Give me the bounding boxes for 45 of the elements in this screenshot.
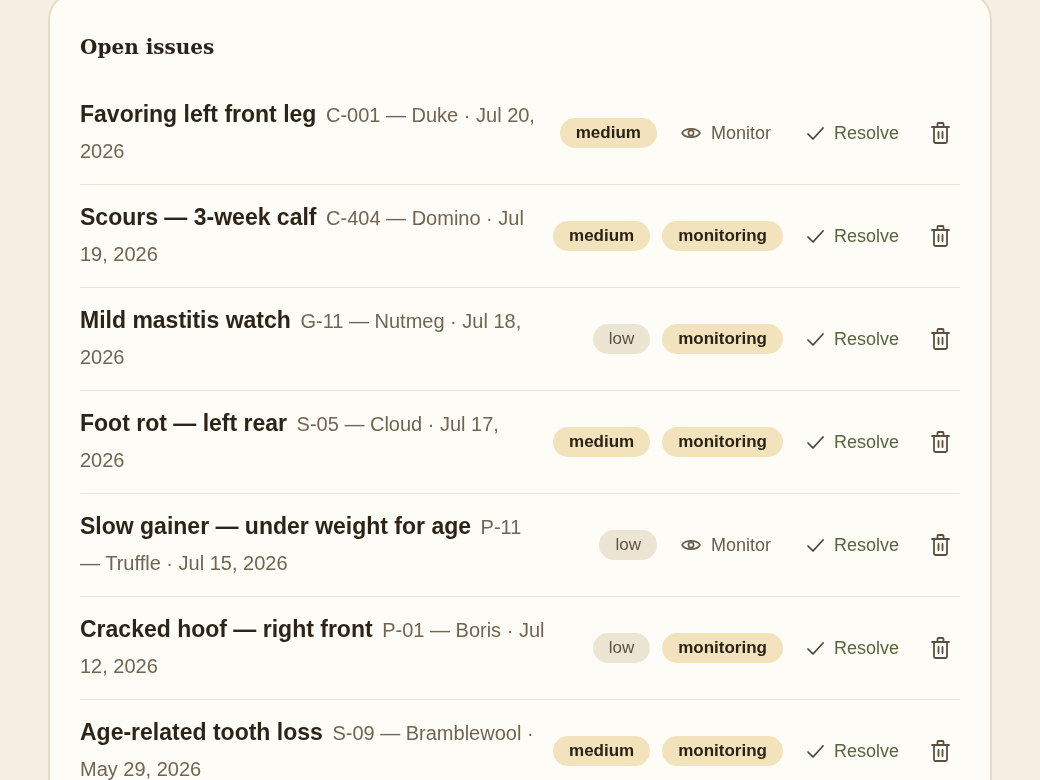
- issue-summary: Foot rot — left rear S-05 — Cloud · Jul 17, 2026: [80, 409, 500, 473]
- check-icon: [806, 435, 824, 449]
- check-icon: [806, 126, 824, 140]
- check-icon: [806, 744, 824, 758]
- trash-icon: [931, 431, 950, 453]
- resolve-button[interactable]: Resolve: [794, 425, 911, 459]
- check-icon: [806, 229, 824, 243]
- issue-summary: Slow gainer — under weight for age P-11 — Truffle · Jul 15, 2026: [80, 512, 523, 576]
- issue-summary: Favoring left front leg C-001 — Duke · Jul 20, 2026: [80, 100, 536, 164]
- status-badge: monitoring: [662, 324, 783, 354]
- issue-summary: Age-related tooth loss S-09 — Bramblewool · May 29, 2026: [80, 718, 535, 780]
- status-badge: monitoring: [662, 736, 783, 766]
- resolve-button[interactable]: Resolve: [794, 322, 911, 356]
- issue-summary: Cracked hoof — right front P-01 — Boris · Jul 12, 2026: [80, 615, 546, 679]
- severity-badge: medium: [553, 427, 651, 457]
- severity-badge: low: [592, 633, 651, 663]
- check-icon: [806, 332, 824, 346]
- eye-icon: [680, 126, 701, 140]
- check-icon: [806, 641, 824, 655]
- issue-summary: Mild mastitis watch G-11 — Nutmeg · Jul 18, 2026: [80, 306, 523, 370]
- trash-icon: [931, 637, 950, 659]
- severity-badge: low: [592, 324, 651, 354]
- resolve-button[interactable]: Resolve: [794, 219, 911, 253]
- issue-summary: Scours — 3-week calf C-404 — Domino · Jul 19, 2026: [80, 203, 525, 267]
- card-title: Open issues: [80, 34, 216, 61]
- resolve-button[interactable]: Resolve: [794, 116, 911, 150]
- trash-icon: [931, 534, 950, 556]
- eye-icon: [680, 538, 701, 552]
- resolve-button[interactable]: Resolve: [794, 631, 911, 665]
- severity-badge: medium: [559, 118, 657, 148]
- check-icon: [806, 538, 824, 552]
- trash-icon: [931, 740, 950, 762]
- trash-icon: [931, 122, 950, 144]
- severity-badge: low: [599, 530, 657, 560]
- status-badge: monitoring: [662, 633, 783, 663]
- monitor-button[interactable]: Monitor: [668, 116, 783, 150]
- resolve-button[interactable]: Resolve: [794, 528, 911, 562]
- trash-icon: [931, 225, 950, 247]
- resolve-button[interactable]: Resolve: [794, 734, 911, 768]
- monitor-button[interactable]: Monitor: [668, 528, 783, 562]
- status-badge: monitoring: [662, 221, 783, 251]
- severity-badge: medium: [553, 221, 651, 251]
- trash-icon: [931, 328, 950, 350]
- severity-badge: medium: [553, 736, 651, 766]
- status-badge: monitoring: [662, 427, 783, 457]
